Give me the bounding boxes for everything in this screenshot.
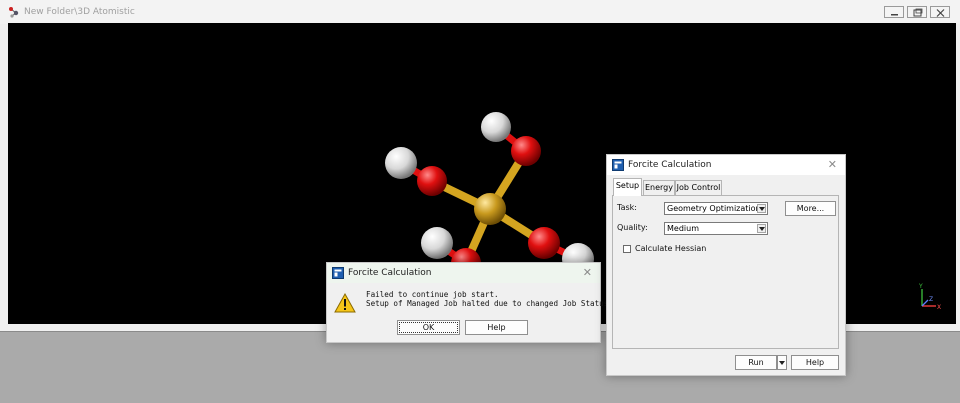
forcite-app-icon bbox=[612, 159, 624, 171]
alert-dialog-titlebar[interactable]: Forcite Calculation ✕ bbox=[327, 263, 600, 283]
run-button[interactable]: Run bbox=[735, 355, 777, 370]
main-window-titlebar[interactable]: New Folder\3D Atomistic bbox=[0, 0, 960, 24]
task-select-value: Geometry Optimization bbox=[667, 204, 761, 213]
close-icon[interactable]: ✕ bbox=[583, 266, 592, 279]
forcite-dialog-titlebar[interactable]: Forcite Calculation ✕ bbox=[607, 155, 845, 175]
alert-message: Failed to continue job start. Setup of M… bbox=[366, 290, 613, 308]
forcite-dialog: Forcite Calculation ✕ Task: Geometry Opt… bbox=[606, 154, 846, 376]
molecule-document-icon bbox=[8, 6, 20, 18]
tab-job-control[interactable]: Job Control bbox=[675, 180, 722, 195]
oxygen-atom[interactable] bbox=[528, 227, 560, 259]
alert-message-line2: Setup of Managed Job halted due to chang… bbox=[366, 299, 613, 308]
close-button[interactable] bbox=[930, 6, 950, 18]
close-icon bbox=[936, 9, 945, 17]
ok-button[interactable]: OK bbox=[397, 320, 460, 335]
warning-icon bbox=[334, 293, 356, 313]
close-icon[interactable]: ✕ bbox=[828, 158, 837, 171]
axes-triad: Y Z X bbox=[918, 283, 941, 311]
oxygen-atom[interactable] bbox=[417, 166, 447, 196]
tab-setup[interactable]: Setup bbox=[613, 178, 642, 196]
main-window-title: New Folder\3D Atomistic bbox=[24, 7, 135, 17]
alert-help-button[interactable]: Help bbox=[465, 320, 528, 335]
calculate-hessian-label: Calculate Hessian bbox=[635, 244, 707, 253]
chevron-down-icon bbox=[757, 204, 766, 213]
hydrogen-atom[interactable] bbox=[481, 112, 511, 142]
forcite-app-icon bbox=[332, 267, 344, 279]
axis-x-label: X bbox=[937, 304, 941, 311]
minimize-icon bbox=[891, 14, 898, 16]
alert-message-line1: Failed to continue job start. bbox=[366, 290, 499, 299]
quality-label: Quality: bbox=[617, 223, 648, 232]
chevron-down-icon bbox=[757, 224, 766, 233]
forcite-dialog-title: Forcite Calculation bbox=[628, 160, 712, 170]
tab-energy[interactable]: Energy bbox=[643, 180, 675, 195]
alert-dialog: Forcite Calculation ✕ Failed to continue… bbox=[326, 262, 613, 343]
more-button[interactable]: More... bbox=[785, 201, 836, 216]
quality-select[interactable]: Medium bbox=[664, 222, 768, 235]
central-atom[interactable] bbox=[474, 193, 506, 225]
hydrogen-atom[interactable] bbox=[421, 227, 453, 259]
minimize-button[interactable] bbox=[884, 6, 904, 18]
axis-z-label: Z bbox=[929, 296, 933, 303]
setup-tab-panel: Task: Geometry Optimization More... Qual… bbox=[612, 195, 839, 349]
task-label: Task: bbox=[617, 203, 637, 212]
hydrogen-atom[interactable] bbox=[385, 147, 417, 179]
restore-button[interactable] bbox=[907, 6, 927, 18]
chevron-down-icon bbox=[779, 361, 785, 365]
molecule-model[interactable] bbox=[372, 87, 612, 287]
oxygen-atom[interactable] bbox=[511, 136, 541, 166]
axis-y-label: Y bbox=[918, 283, 923, 290]
alert-dialog-title: Forcite Calculation bbox=[348, 268, 432, 278]
forcite-help-button[interactable]: Help bbox=[791, 355, 839, 370]
quality-select-value: Medium bbox=[667, 224, 699, 233]
restore-icon bbox=[913, 8, 923, 17]
calculate-hessian-checkbox[interactable] bbox=[623, 245, 631, 253]
run-options-button[interactable] bbox=[777, 355, 787, 370]
task-select[interactable]: Geometry Optimization bbox=[664, 202, 768, 215]
